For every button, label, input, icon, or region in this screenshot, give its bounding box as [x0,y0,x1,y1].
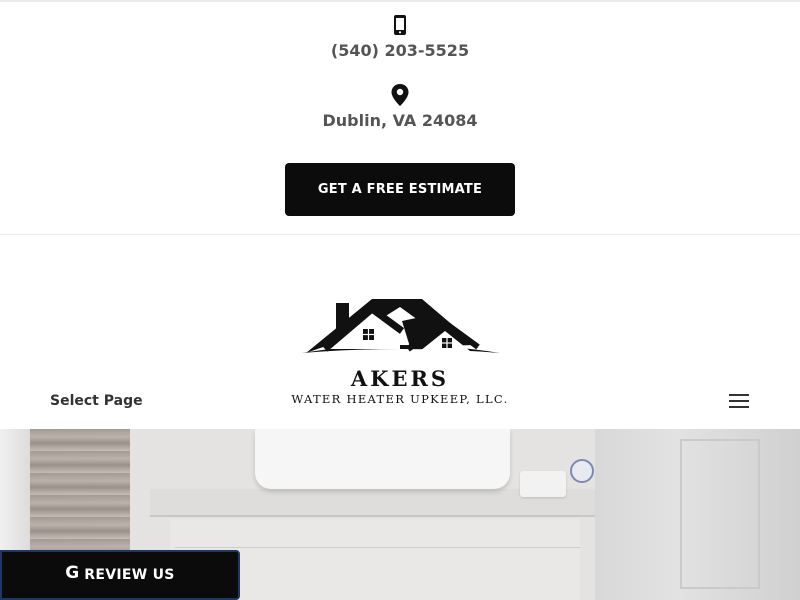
select-page-dropdown[interactable]: Select Page [50,393,143,409]
logo-subtitle-text: WATER HEATER UPKEEP, LLC. [291,392,509,406]
hero-door-panel [680,439,760,589]
get-free-estimate-button[interactable]: GET A FREE ESTIMATE [285,163,515,216]
address-text: Dublin, VA 24084 [322,111,478,130]
phone-number-link[interactable]: (540) 203-5525 [0,41,800,60]
hero-cabinet-line [175,547,580,548]
review-us-button[interactable]: G REVIEW US [0,550,240,600]
hero-cup [520,471,566,497]
hero-sink [255,429,510,489]
map-pin-icon [390,83,410,111]
company-logo[interactable]: AKERS WATER HEATER UPKEEP, LLC. [280,265,520,406]
top-contact-bar: (540) 203-5525 Dublin, VA 24084 GET A FR… [0,0,800,235]
google-icon: G [65,563,80,583]
house-roof-logo-icon [302,299,500,353]
review-us-label: REVIEW US [84,567,175,583]
logo-title-text: AKERS [350,366,450,391]
site-header: AKERS WATER HEATER UPKEEP, LLC. Select P… [0,235,800,429]
mobile-phone-icon [392,14,408,40]
hero-bottle [570,459,594,483]
hamburger-menu-icon[interactable] [729,394,749,408]
